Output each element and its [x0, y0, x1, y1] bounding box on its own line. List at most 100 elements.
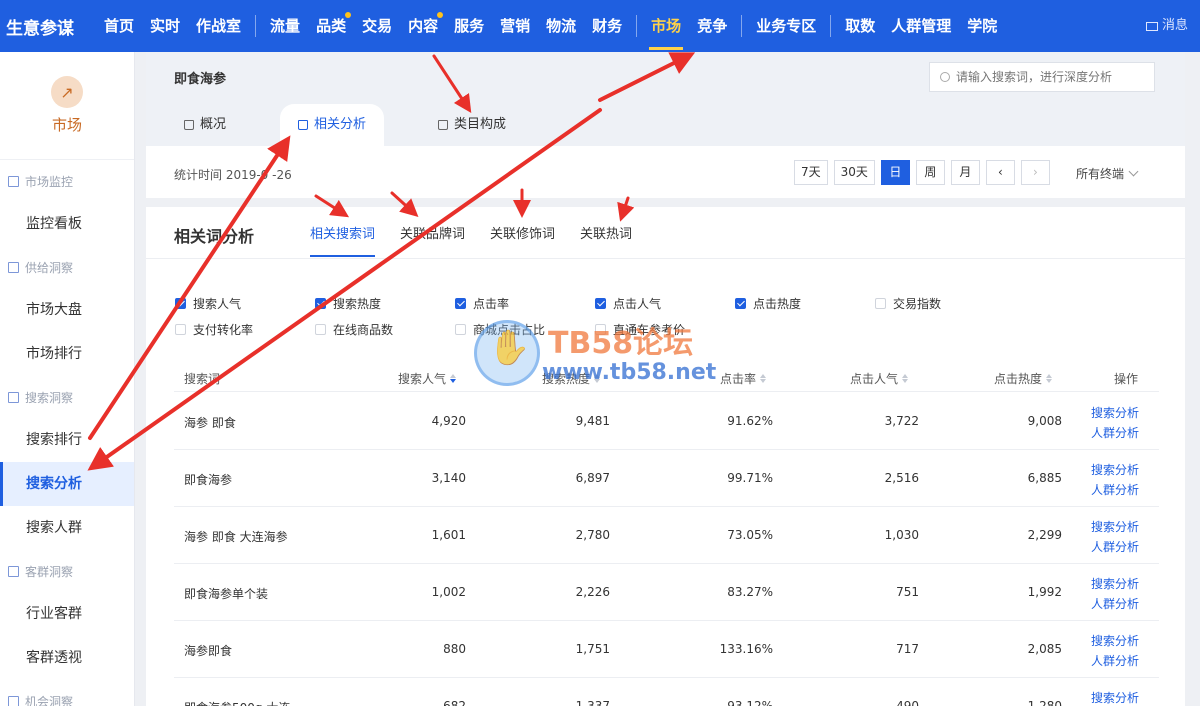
metric-mall-click-share[interactable]: 商城点击占比: [455, 321, 545, 338]
nav-traffic[interactable]: 流量: [262, 0, 308, 52]
subtab-brand-words[interactable]: 关联品牌词: [400, 223, 465, 257]
metric-click-heat[interactable]: 点击热度: [735, 295, 801, 312]
sidebar-item-search-crowd[interactable]: 搜索人群: [0, 506, 134, 550]
sidebar-item-search-ranking[interactable]: 搜索排行: [0, 418, 134, 462]
col-label: 点击率: [720, 372, 757, 386]
search-analysis-link[interactable]: 搜索分析: [1091, 404, 1139, 421]
nav-competition[interactable]: 竞争: [689, 0, 735, 52]
prev-date-button[interactable]: ‹: [985, 160, 1015, 185]
bag-icon: [184, 120, 194, 130]
keyword-header-card: 即食海参 概况 相关分析 类目构成 统计时间 2019-0 -26 7天 30天…: [146, 52, 1185, 198]
nav-data-fetch[interactable]: 取数: [837, 0, 883, 52]
search-analysis-link[interactable]: 搜索分析: [1091, 689, 1139, 706]
date-day-button[interactable]: 日: [880, 160, 910, 185]
cell-search-word: 海参即食: [184, 644, 233, 658]
subtab-hot-words[interactable]: 关联热词: [580, 223, 632, 257]
cell-ctr: 73.05%: [727, 528, 773, 542]
metric-ctr[interactable]: 点击率: [455, 295, 509, 312]
page-title: 即食海参: [174, 72, 227, 87]
cell-ctr: 133.16%: [719, 642, 773, 656]
nav-academy[interactable]: 学院: [959, 0, 1005, 52]
building-icon: [8, 261, 19, 273]
nav-marketing[interactable]: 营销: [492, 0, 538, 52]
search-analysis-link[interactable]: 搜索分析: [1091, 575, 1139, 592]
tab-overview[interactable]: 概况: [166, 104, 244, 146]
metric-search-heat[interactable]: 搜索热度: [315, 295, 381, 312]
search-box[interactable]: [929, 62, 1155, 92]
terminal-select[interactable]: 所有终端: [1076, 165, 1139, 182]
crowd-analysis-link[interactable]: 人群分析: [1091, 595, 1139, 612]
metric-online-products[interactable]: 在线商品数: [315, 321, 393, 338]
nav-home[interactable]: 首页: [96, 0, 142, 52]
metric-search-popularity[interactable]: 搜索人气: [175, 295, 241, 312]
col-ctr[interactable]: 点击率: [720, 370, 767, 387]
crowd-analysis-link[interactable]: 人群分析: [1091, 424, 1139, 441]
metric-click-popularity[interactable]: 点击人气: [595, 295, 661, 312]
nav-finance[interactable]: 财务: [584, 0, 630, 52]
sidebar-item-market-overview[interactable]: 市场大盘: [0, 288, 134, 332]
subtab-modifier-words[interactable]: 关联修饰词: [490, 223, 555, 257]
checkbox-icon: [595, 324, 606, 335]
metric-ztc-price[interactable]: 直通车参考价: [595, 321, 685, 338]
brand-title[interactable]: 生意参谋: [0, 14, 96, 39]
cell-search-popularity: 4,920: [431, 414, 466, 428]
message-button[interactable]: 消息: [1145, 0, 1188, 52]
nav-warroom[interactable]: 作战室: [188, 0, 249, 52]
date-30d-button[interactable]: 30天: [833, 160, 875, 185]
metric-trade-index[interactable]: 交易指数: [875, 295, 941, 312]
table-row: 即食海参 3,140 6,897 99.71% 2,516 6,885 搜索分析 人群分析: [174, 450, 1159, 507]
sidebar-item-customer-insight[interactable]: 客群透视: [0, 636, 134, 680]
sidebar-group-label: 供给洞察: [25, 260, 74, 275]
nav-divider: [255, 15, 257, 37]
crowd-analysis-link[interactable]: 人群分析: [1091, 652, 1139, 669]
cell-search-popularity: 880: [443, 642, 466, 656]
sidebar-item-market-ranking[interactable]: 市场排行: [0, 332, 134, 376]
subtab-related-search[interactable]: 相关搜索词: [310, 223, 376, 257]
col-search-popularity[interactable]: 搜索人气: [398, 370, 457, 387]
table-header: 搜索词 搜索人气 搜索热度 点击率 点击人气 点击热度 操作: [174, 362, 1159, 392]
search-analysis-link[interactable]: 搜索分析: [1091, 632, 1139, 649]
nav-logistics[interactable]: 物流: [538, 0, 584, 52]
cell-click-heat: 9,008: [1027, 414, 1062, 428]
nav-category[interactable]: 品类: [308, 0, 354, 52]
metric-label: 点击热度: [753, 297, 802, 311]
nav-content[interactable]: 内容: [400, 0, 446, 52]
search-analysis-link[interactable]: 搜索分析: [1091, 461, 1139, 478]
nav-realtime[interactable]: 实时: [142, 0, 188, 52]
crowd-analysis-link[interactable]: 人群分析: [1091, 481, 1139, 498]
next-date-button[interactable]: ›: [1020, 160, 1050, 185]
building-icon: [8, 175, 19, 187]
tab-related-analysis[interactable]: 相关分析: [280, 104, 385, 146]
nav-market[interactable]: 市场: [643, 0, 689, 52]
nav-category-label: 品类: [316, 17, 347, 35]
col-click-heat[interactable]: 点击热度: [994, 370, 1053, 387]
sidebar-title: 市场: [51, 116, 82, 134]
nav-trade[interactable]: 交易: [354, 0, 400, 52]
col-click-popularity[interactable]: 点击人气: [850, 370, 909, 387]
crowd-analysis-link[interactable]: 人群分析: [1091, 538, 1139, 555]
tab-category-composition[interactable]: 类目构成: [420, 104, 524, 146]
sidebar-item-industry-customer[interactable]: 行业客群: [0, 592, 134, 636]
checkbox-icon: [175, 324, 186, 335]
building-icon: [8, 565, 19, 577]
search-analysis-link[interactable]: 搜索分析: [1091, 518, 1139, 535]
date-7d-button[interactable]: 7天: [794, 160, 828, 185]
sort-icon: [450, 374, 457, 383]
cell-search-word: 即食海参500g 大连: [184, 699, 290, 706]
cell-click-popularity: 751: [896, 585, 919, 599]
col-search-heat[interactable]: 搜索热度: [542, 370, 601, 387]
nav-service[interactable]: 服务: [446, 0, 492, 52]
nav-business-zone[interactable]: 业务专区: [748, 0, 824, 52]
tab-label: 类目构成: [454, 117, 507, 132]
nav-divider: [636, 15, 638, 37]
date-week-button[interactable]: 周: [915, 160, 945, 185]
search-input[interactable]: [956, 70, 1146, 84]
sidebar-item-search-analysis[interactable]: 搜索分析: [0, 462, 134, 506]
building-icon: [8, 391, 19, 403]
col-label: 点击人气: [850, 372, 899, 386]
metric-pay-conversion[interactable]: 支付转化率: [175, 321, 253, 338]
sidebar-group-label: 客群洞察: [25, 564, 74, 579]
sidebar-item-monitor-board[interactable]: 监控看板: [0, 202, 134, 246]
date-month-button[interactable]: 月: [950, 160, 980, 185]
nav-crowd-management[interactable]: 人群管理: [883, 0, 959, 52]
